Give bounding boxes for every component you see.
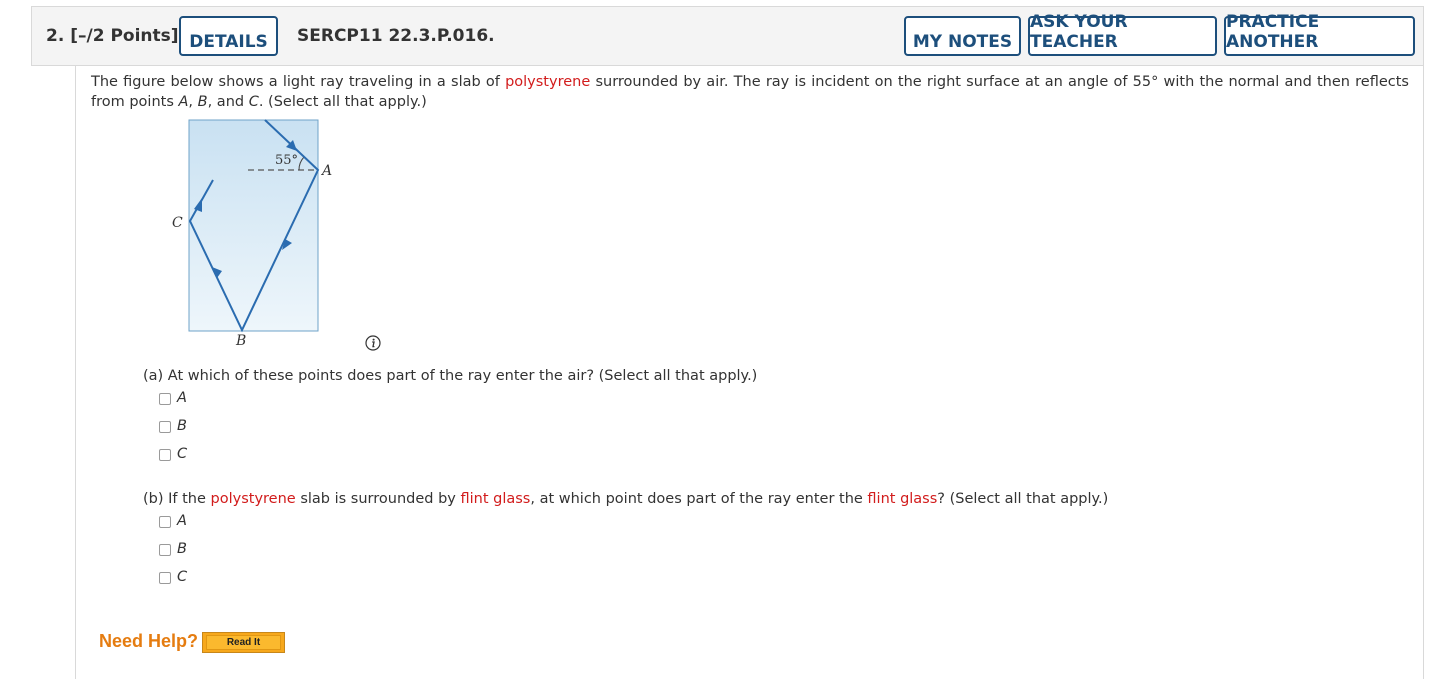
question-points: 2. [–/2 Points]: [46, 26, 179, 46]
checkbox[interactable]: [159, 544, 171, 556]
question-header: 2. [–/2 Points] DETAILS SERCP11 22.3.P.0…: [31, 6, 1424, 66]
keyword-polystyrene: polystyrene: [505, 74, 591, 90]
question-number: 2.: [46, 26, 65, 46]
prompt-text: The figure below shows a light ray trave…: [91, 74, 506, 90]
angle-label: 55°: [275, 153, 298, 168]
option-label: A: [177, 390, 187, 406]
option-label: A: [177, 513, 187, 529]
checkbox[interactable]: [159, 516, 171, 528]
part-a-question: (a) At which of these points does part o…: [143, 368, 758, 384]
point-a-ref: A: [178, 94, 189, 110]
part-b-option-c[interactable]: C: [159, 569, 187, 585]
keyword-flint-glass: flint glass: [460, 491, 531, 507]
point-c-label: C: [172, 215, 183, 231]
part-a-option-b[interactable]: B: [159, 418, 187, 434]
info-icon[interactable]: [365, 335, 381, 351]
question-text: (b) If the: [143, 491, 211, 507]
option-label: C: [177, 569, 188, 585]
part-b-option-a[interactable]: A: [159, 513, 187, 529]
part-b-question: (b) If the polystyrene slab is surrounde…: [143, 491, 1108, 507]
question-text: ? (Select all that apply.): [937, 491, 1109, 507]
checkbox[interactable]: [159, 449, 171, 461]
point-b-label: B: [235, 333, 246, 349]
light-ray-figure: 55° A B C: [172, 119, 332, 349]
points-label: [–/2 Points]: [70, 26, 179, 46]
prompt-text: . (Select all that apply.): [258, 94, 427, 110]
prompt-text: ,: [188, 94, 198, 110]
question-prompt: The figure below shows a light ray trave…: [91, 72, 1409, 112]
my-notes-button[interactable]: MY NOTES: [904, 16, 1021, 56]
part-a-option-a[interactable]: A: [159, 390, 187, 406]
part-b-option-b[interactable]: B: [159, 541, 187, 557]
option-label: B: [177, 541, 187, 557]
question-text: , at which point does part of the ray en…: [530, 491, 868, 507]
option-label: B: [177, 418, 187, 434]
read-it-label: Read It: [206, 635, 281, 650]
keyword-polystyrene: polystyrene: [210, 491, 296, 507]
details-button[interactable]: DETAILS: [179, 16, 278, 56]
point-a-label: A: [320, 163, 332, 179]
keyword-flint-glass: flint glass: [867, 491, 938, 507]
ask-teacher-button[interactable]: ASK YOUR TEACHER: [1028, 12, 1217, 56]
question-text: slab is surrounded by: [295, 491, 461, 507]
checkbox[interactable]: [159, 572, 171, 584]
checkbox[interactable]: [159, 421, 171, 433]
practice-another-button[interactable]: PRACTICE ANOTHER: [1224, 12, 1415, 56]
point-b-ref: B: [197, 94, 208, 110]
point-c-ref: C: [248, 94, 259, 110]
problem-code: SERCP11 22.3.P.016.: [297, 26, 495, 46]
checkbox[interactable]: [159, 393, 171, 405]
part-a-option-c[interactable]: C: [159, 446, 187, 462]
need-help-label: Need Help?: [99, 631, 199, 651]
option-label: C: [177, 446, 188, 462]
prompt-text: , and: [207, 94, 249, 110]
read-it-button[interactable]: Read It: [202, 632, 285, 653]
